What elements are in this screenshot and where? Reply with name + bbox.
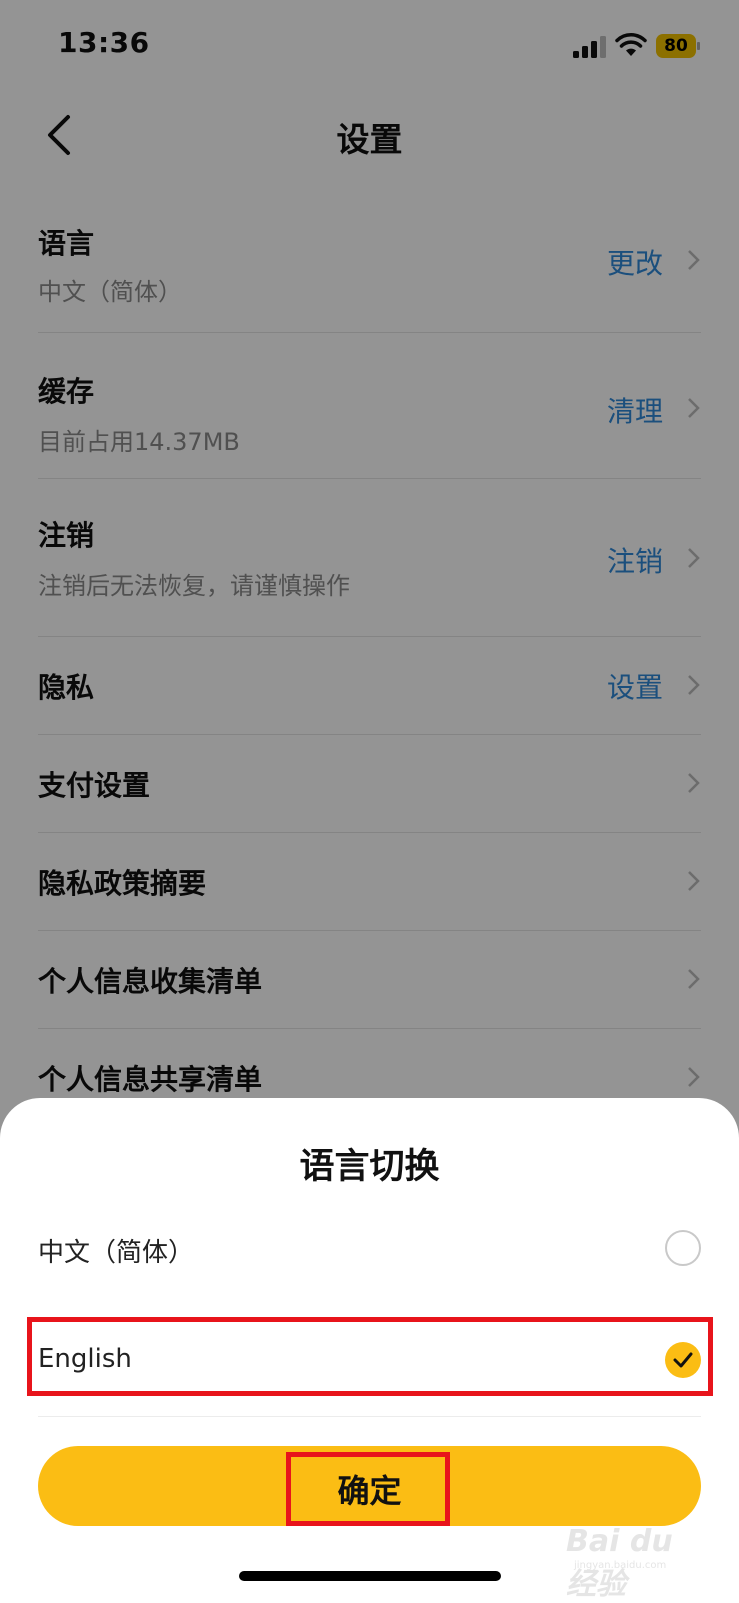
home-indicator[interactable] <box>239 1571 501 1581</box>
sheet-title: 语言切换 <box>299 1147 440 1187</box>
language-option-chinese[interactable]: 中文（简体） <box>38 1210 701 1290</box>
radio-unchecked-icon[interactable] <box>665 1230 701 1266</box>
watermark-url: jingyan.baidu.com <box>574 1560 667 1571</box>
option-label: 中文（简体） <box>38 1238 195 1268</box>
annotation-highlight-confirm <box>286 1452 450 1526</box>
annotation-highlight-english <box>27 1317 713 1396</box>
sheet-divider <box>38 1416 701 1417</box>
baidu-jingyan-watermark: Bai du 经验 jingyan.baidu.com <box>566 1524 706 1602</box>
settings-screen: 13:36 80 设置 语言 中文（简体） 更改 缓存 目前占用14.37MB … <box>0 0 739 1602</box>
